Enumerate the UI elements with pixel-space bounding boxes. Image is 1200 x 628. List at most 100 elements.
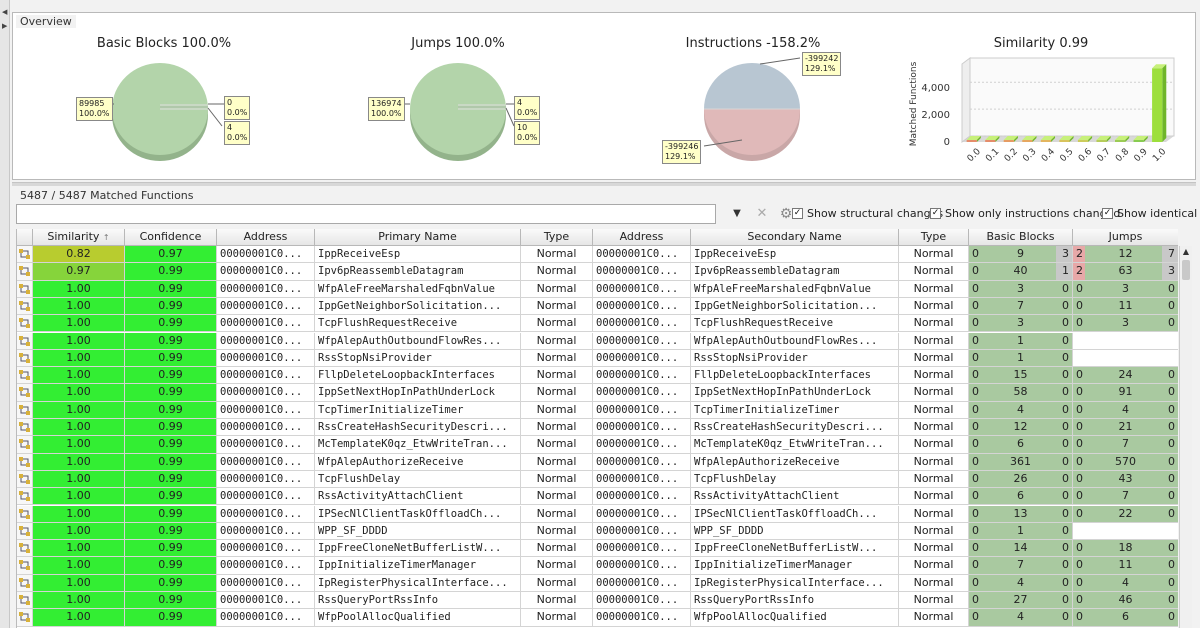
basic-blocks-cell[interactable]: 030 [969,315,1073,333]
table-row[interactable]: 0.82 0.97 00000001C0... IppReceiveEsp Normal… [17,246,1178,264]
primary-address-cell[interactable]: 00000001C0... [217,367,315,385]
jumps-cell[interactable]: 060 [1073,609,1178,627]
primary-address-cell[interactable]: 00000001C0... [217,263,315,281]
jumps-cell[interactable]: 0 11 0 [1073,557,1178,575]
secondary-address-cell[interactable]: 00000001C0... [593,349,691,368]
primary-address-cell[interactable]: 00000001C0... [217,557,315,575]
primary-name-cell[interactable]: RssStopNsiProvider [315,349,521,368]
secondary-name-cell[interactable]: WfpAlepAuthorizeReceive [691,453,899,471]
match-flow-icon[interactable] [17,246,33,264]
similarity-cell[interactable]: 1.00 [33,297,125,316]
secondary-type-cell[interactable]: Normal [899,540,969,558]
secondary-name-cell[interactable]: RssActivityAttachClient [691,488,899,506]
confidence-cell[interactable]: 0.99 [125,453,217,471]
table-row[interactable]: 1.00 0.99 00000001C0... RssQueryPortRssInfo… [17,592,1178,610]
jumps-cell[interactable]: 0 24 0 [1073,367,1178,385]
secondary-name-cell[interactable]: IppInitializeTimerManager [691,557,899,575]
table-row[interactable]: 1.00 0.99 00000001C0... WfpAleFreeMarshaled… [17,280,1178,298]
scroll-up-icon[interactable]: ▲ [1180,246,1192,258]
column-header-type-secondary[interactable]: Type [899,229,969,246]
primary-name-cell[interactable]: TcpFlushDelay [315,470,521,489]
primary-type-cell[interactable]: Normal [521,488,593,506]
primary-address-cell[interactable]: 00000001C0... [217,540,315,558]
secondary-address-cell[interactable]: 00000001C0... [593,246,691,264]
column-header-jumps[interactable]: Jumps [1073,229,1178,246]
column-header-primary-name[interactable]: Primary Name [315,229,521,246]
similarity-cell[interactable]: 0.97 [33,263,125,281]
table-row[interactable]: 1.00 0.99 00000001C0... WfpAlepAuthOutbound… [17,332,1178,350]
similarity-cell[interactable]: 1.00 [33,470,125,489]
similarity-cell[interactable]: 1.00 [33,592,125,610]
table-row[interactable]: 1.00 0.99 00000001C0... IppGetNeighborSolic… [17,297,1178,316]
table-row[interactable]: 1.00 0.99 00000001C0... RssStopNsiProvider N… [17,349,1178,368]
similarity-cell[interactable]: 1.00 [33,557,125,575]
clear-filter-icon[interactable]: ✕ [754,206,770,222]
primary-address-cell[interactable]: 00000001C0... [217,505,315,523]
similarity-cell[interactable]: 1.00 [33,540,125,558]
primary-name-cell[interactable]: IpRegisterPhysicalInterface... [315,574,521,592]
primary-name-cell[interactable]: RssQueryPortRssInfo [315,592,521,610]
secondary-type-cell[interactable]: Normal [899,263,969,281]
primary-address-cell[interactable]: 00000001C0... [217,609,315,627]
primary-type-cell[interactable]: Normal [521,297,593,316]
similarity-cell[interactable]: 1.00 [33,367,125,385]
secondary-type-cell[interactable]: Normal [899,436,969,454]
table-row[interactable]: 1.00 0.99 00000001C0... WPP_SF_DDDD Normal 00… [17,522,1178,541]
confidence-cell[interactable]: 0.99 [125,315,217,333]
jumps-cell[interactable] [1073,349,1178,368]
table-row[interactable]: 1.00 0.99 00000001C0... WfpAlepAuthorizeRec… [17,453,1178,471]
scrollbar-thumb[interactable] [1182,260,1190,280]
table-row[interactable]: 1.00 0.99 00000001C0... IppSetNextHopInPath… [17,384,1178,402]
jumps-cell[interactable]: 0 46 0 [1073,592,1178,610]
secondary-type-cell[interactable]: Normal [899,384,969,402]
similarity-cell[interactable]: 1.00 [33,384,125,402]
jumps-cell[interactable]: 0 18 0 [1073,540,1178,558]
show-structural-checkbox[interactable]: ✓ Show structural changes [792,207,943,220]
confidence-cell[interactable]: 0.99 [125,505,217,523]
primary-type-cell[interactable]: Normal [521,315,593,333]
similarity-cell[interactable]: 1.00 [33,522,125,541]
similarity-cell[interactable]: 1.00 [33,401,125,419]
match-flow-icon[interactable] [17,505,33,523]
primary-type-cell[interactable]: Normal [521,419,593,437]
primary-address-cell[interactable]: 00000001C0... [217,436,315,454]
jumps-cell[interactable]: 0 570 0 [1073,453,1178,471]
secondary-name-cell[interactable]: McTemplateK0qz_EtwWriteTran... [691,436,899,454]
confidence-cell[interactable]: 0.99 [125,419,217,437]
jumps-cell[interactable]: 2 63 3 [1073,263,1178,281]
match-flow-icon[interactable] [17,263,33,281]
secondary-name-cell[interactable]: TcpFlushDelay [691,470,899,489]
secondary-type-cell[interactable]: Normal [899,315,969,333]
secondary-type-cell[interactable]: Normal [899,609,969,627]
secondary-address-cell[interactable]: 00000001C0... [593,436,691,454]
primary-address-cell[interactable]: 00000001C0... [217,280,315,298]
secondary-name-cell[interactable]: TcpTimerInitializeTimer [691,401,899,419]
similarity-cell[interactable]: 1.00 [33,315,125,333]
column-header-address-secondary[interactable]: Address [593,229,691,246]
secondary-name-cell[interactable]: WfpAlepAuthOutboundFlowRes... [691,332,899,350]
match-flow-icon[interactable] [17,401,33,419]
match-flow-icon[interactable] [17,592,33,610]
secondary-address-cell[interactable]: 00000001C0... [593,592,691,610]
basic-blocks-cell[interactable]: 060 [969,436,1073,454]
match-flow-icon[interactable] [17,419,33,437]
filter-input[interactable] [16,204,716,224]
primary-name-cell[interactable]: WPP_SF_DDDD [315,522,521,541]
primary-type-cell[interactable]: Normal [521,332,593,350]
primary-address-cell[interactable]: 00000001C0... [217,470,315,489]
similarity-cell[interactable]: 1.00 [33,419,125,437]
confidence-cell[interactable]: 0.99 [125,401,217,419]
primary-name-cell[interactable]: FllpDeleteLoopbackInterfaces [315,367,521,385]
primary-type-cell[interactable]: Normal [521,470,593,489]
primary-name-cell[interactable]: WfpPoolAllocQualified [315,609,521,627]
confidence-cell[interactable]: 0.99 [125,384,217,402]
confidence-cell[interactable]: 0.99 [125,349,217,368]
jumps-cell[interactable]: 040 [1073,401,1178,419]
secondary-address-cell[interactable]: 00000001C0... [593,453,691,471]
basic-blocks-cell[interactable]: 0 27 0 [969,592,1073,610]
panel-splitter[interactable] [12,182,1196,186]
secondary-name-cell[interactable]: WPP_SF_DDDD [691,522,899,541]
secondary-address-cell[interactable]: 00000001C0... [593,419,691,437]
primary-type-cell[interactable]: Normal [521,574,593,592]
primary-type-cell[interactable]: Normal [521,384,593,402]
